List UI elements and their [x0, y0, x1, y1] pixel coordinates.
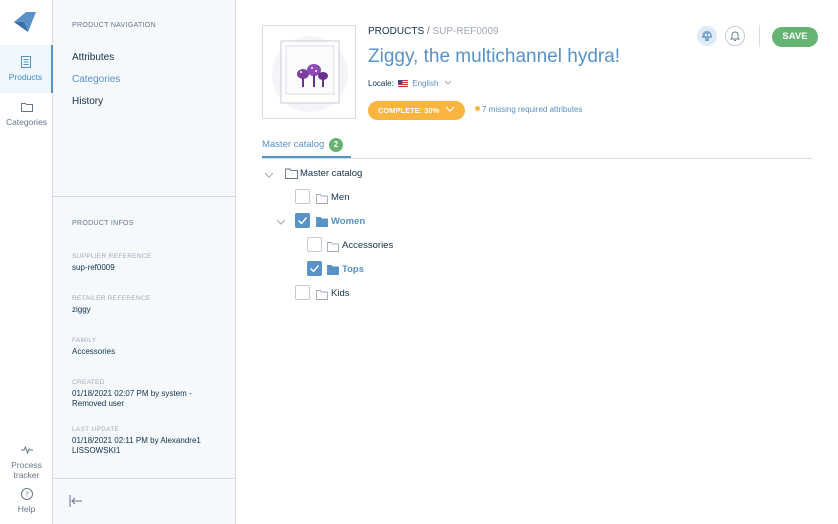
main-content: PRODUCTS / SUP-REF0009 Ziggy, the multic…	[237, 0, 838, 524]
rail-item-help[interactable]: ? Help	[0, 487, 53, 517]
notifications-button[interactable]	[725, 26, 745, 46]
tree-node-kids[interactable]: Kids	[331, 286, 349, 302]
info-value: 01/18/2021 02:07 PM by system - Removed …	[72, 389, 192, 408]
bell-icon	[729, 31, 741, 41]
tree-node-tops[interactable]: Tops	[342, 262, 364, 278]
info-supplier-reference: SUPPLIER REFERENCE sup-ref0009	[72, 253, 222, 273]
nav-link-history[interactable]: History	[72, 96, 103, 107]
missing-attributes-link[interactable]: 7 missing required attributes	[475, 105, 583, 114]
folder-filled-icon	[327, 265, 339, 275]
completeness-label: COMPLETE: 30%	[378, 106, 440, 115]
tab-label: Master catalog	[262, 139, 325, 150]
product-navigation-panel: PRODUCT NAVIGATION Attributes Categories…	[53, 0, 236, 524]
women-checkbox[interactable]	[295, 213, 310, 228]
info-key: SUPPLIER REFERENCE	[72, 253, 152, 260]
folder-filled-icon	[316, 217, 328, 227]
tree-node-accessories[interactable]: Accessories	[342, 238, 393, 254]
info-created: CREATED 01/18/2021 02:07 PM by system - …	[72, 379, 222, 409]
tree-node-master-catalog[interactable]: Master catalog	[300, 166, 362, 182]
help-icon: ?	[20, 488, 33, 500]
rail-label: Categories	[5, 117, 48, 127]
nav-link-categories[interactable]: Categories	[72, 74, 120, 85]
info-value: sup-ref0009	[72, 263, 115, 272]
folder-icon	[285, 168, 298, 179]
locale-label: Locale:	[368, 79, 394, 88]
header-separator	[759, 25, 760, 47]
activity-icon	[20, 445, 33, 455]
akeneo-logo[interactable]	[12, 10, 38, 34]
chevron-down-icon[interactable]	[276, 218, 286, 226]
locale-switcher[interactable]: Locale: English	[368, 79, 452, 88]
svg-text:?: ?	[25, 491, 29, 499]
folder-icon	[316, 290, 328, 300]
tab-count-badge: 2	[328, 138, 343, 152]
helmet-avatar-icon	[702, 31, 712, 41]
categories-icon	[20, 103, 33, 112]
info-value: 01/18/2021 02:11 PM by Alexandre1 LISSOW…	[72, 436, 201, 455]
rail-label: Products	[8, 72, 43, 82]
nav-link-attributes[interactable]: Attributes	[72, 52, 114, 63]
breadcrumb-current: SUP-REF0009	[432, 26, 499, 37]
accessories-checkbox[interactable]	[307, 237, 322, 252]
kids-checkbox[interactable]	[295, 285, 310, 300]
chevron-down-icon	[445, 106, 455, 112]
rail-item-products[interactable]: Products	[0, 45, 53, 93]
rail-label: Process tracker	[11, 460, 42, 480]
locale-value: English	[412, 79, 439, 88]
product-image	[272, 36, 348, 112]
info-retailer-reference: RETAILER REFERENCE ziggy	[72, 295, 222, 315]
info-last-update: LAST UPDATE 01/18/2021 02:11 PM by Alexa…	[72, 426, 222, 456]
men-checkbox[interactable]	[295, 189, 310, 204]
tops-checkbox[interactable]	[307, 261, 322, 276]
info-value: Accessories	[72, 347, 116, 356]
warning-dot	[475, 106, 480, 111]
folder-icon	[327, 242, 339, 252]
collapse-panel-icon[interactable]	[68, 493, 84, 509]
missing-attributes-label: 7 missing required attributes	[482, 105, 583, 114]
breadcrumb-separator: /	[426, 26, 430, 37]
info-key: RETAILER REFERENCE	[72, 295, 151, 302]
info-family: FAMILY Accessories	[72, 337, 222, 357]
divider	[53, 196, 236, 197]
info-key: LAST UPDATE	[72, 426, 120, 433]
rail-label: Help	[17, 504, 36, 514]
completeness-dropdown[interactable]: COMPLETE: 30%	[368, 101, 465, 120]
folder-icon	[316, 194, 328, 204]
rail-item-categories[interactable]: Categories	[0, 100, 53, 140]
breadcrumb: PRODUCTS / SUP-REF0009	[368, 26, 499, 37]
rail-item-process-tracker[interactable]: Process tracker	[0, 443, 53, 480]
products-icon	[20, 56, 31, 68]
info-key: FAMILY	[72, 337, 97, 344]
section-title: PRODUCT NAVIGATION	[72, 22, 156, 29]
tree-node-women[interactable]: Women	[331, 214, 365, 230]
breadcrumb-products-link[interactable]: PRODUCTS	[368, 26, 424, 37]
chevron-down-icon	[444, 80, 452, 85]
catalog-tabs: Master catalog 2	[262, 136, 812, 159]
tree-node-men[interactable]: Men	[331, 190, 349, 206]
check-icon	[298, 217, 308, 225]
divider	[53, 478, 236, 479]
page-title: Ziggy, the multichannel hydra!	[368, 46, 621, 67]
tab-master-catalog[interactable]: Master catalog 2	[262, 136, 351, 158]
check-icon	[310, 265, 320, 273]
product-thumbnail[interactable]	[262, 25, 356, 119]
save-button[interactable]: SAVE	[772, 27, 818, 47]
info-value: ziggy	[72, 305, 91, 314]
main-menu: Products Categories Process tracker ? He…	[0, 0, 53, 524]
info-key: CREATED	[72, 379, 105, 386]
chevron-down-icon[interactable]	[264, 171, 274, 179]
us-flag-icon	[398, 80, 409, 87]
product-infos-title: PRODUCT INFOS	[72, 220, 134, 227]
user-menu-button[interactable]	[697, 26, 717, 46]
